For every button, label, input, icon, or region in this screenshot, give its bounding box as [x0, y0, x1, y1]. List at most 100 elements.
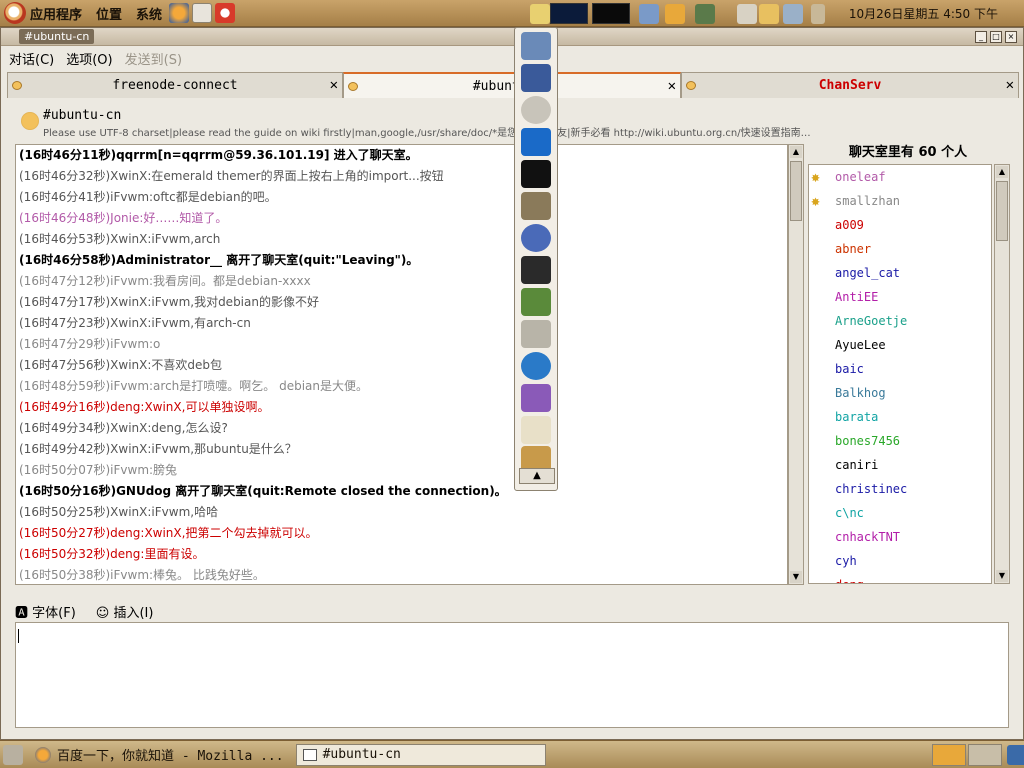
- text-editor-icon[interactable]: [521, 416, 551, 444]
- user-list-item[interactable]: abner: [809, 237, 991, 261]
- chat-message: (16时49分42秒)XwinX:iFvwm,那ubuntu是什么？: [19, 442, 297, 456]
- close-window-button[interactable]: ×: [1005, 30, 1017, 43]
- cd-burner-icon[interactable]: [521, 96, 551, 124]
- user-list-item[interactable]: a009: [809, 213, 991, 237]
- channel-icon: [21, 112, 39, 130]
- display-settings-icon[interactable]: [521, 32, 551, 60]
- tab-label: freenode-connect: [112, 78, 238, 93]
- menu-conversation[interactable]: 对话(C): [9, 49, 54, 68]
- text-caret: [18, 629, 19, 643]
- user-list-item[interactable]: cnhackTNT: [809, 525, 991, 549]
- scroll-up-icon[interactable]: ▲: [790, 146, 802, 158]
- workspace-1[interactable]: [932, 744, 966, 766]
- calculator-icon[interactable]: [521, 320, 551, 348]
- menubar: 对话(C) 选项(O) 发送到(S): [1, 46, 1023, 71]
- user-list-item[interactable]: christinec: [809, 477, 991, 501]
- mail-icon[interactable]: [192, 3, 213, 23]
- menu-applications[interactable]: 应用程序: [26, 4, 86, 23]
- user-list-item[interactable]: caniri: [809, 453, 991, 477]
- user-name: christinec: [835, 482, 908, 496]
- user-list-item[interactable]: ArneGoetje: [809, 309, 991, 333]
- font-button-label: 字体(F): [32, 605, 76, 621]
- user-icon[interactable]: [695, 4, 715, 24]
- settings-wheel-icon[interactable]: [521, 224, 551, 252]
- scroll-down-icon[interactable]: ▼: [790, 571, 802, 583]
- scroll-up-icon[interactable]: ▲: [996, 166, 1008, 178]
- chat-icon[interactable]: [759, 4, 779, 24]
- launcher-drawer: ▲: [514, 27, 558, 491]
- show-desktop-icon[interactable]: [3, 744, 23, 765]
- window-title: #ubuntu-cn: [19, 29, 95, 44]
- user-list[interactable]: ✸ oneleaf ✸ smallzhan a009 abner angel_cat Anti…: [808, 164, 992, 584]
- notes-icon[interactable]: [530, 4, 550, 24]
- chat-message: (16时47分56秒)XwinX:不喜欢deb包: [19, 358, 223, 372]
- chat-message: (16时50分25秒)XwinX:iFvwm,哈哈: [19, 505, 219, 519]
- user-list-item[interactable]: AntiEE: [809, 285, 991, 309]
- user-list-item[interactable]: c\nc: [809, 501, 991, 525]
- user-name: AyueLee: [835, 338, 886, 352]
- network-monitor-icon: [592, 3, 630, 24]
- workspace-2[interactable]: [968, 744, 1002, 766]
- chat-message: (16时46分58秒)Administrator__ 离开了聊天室(quit:"…: [19, 253, 419, 267]
- conversation-log[interactable]: (16时46分11秒)qqrrm[n=qqrrm@59.36.101.19] 进…: [15, 144, 788, 585]
- volume-icon[interactable]: [811, 4, 825, 24]
- dictionary-icon[interactable]: [521, 288, 551, 316]
- user-list-scrollbar[interactable]: ▲ ▼: [994, 164, 1010, 584]
- user-list-item[interactable]: barata: [809, 405, 991, 429]
- media-player-icon[interactable]: [521, 64, 551, 92]
- user-name: a009: [835, 218, 864, 232]
- window-titlebar[interactable]: #ubuntu-cn _ □ ×: [1, 28, 1023, 46]
- user-list-item[interactable]: AyueLee: [809, 333, 991, 357]
- chat-message: (16时50分32秒)deng:里面有设。: [19, 547, 205, 561]
- menu-options[interactable]: 选项(O): [66, 49, 112, 68]
- update-icon[interactable]: [665, 4, 685, 24]
- taskbar-item-firefox[interactable]: 百度一下，你就知道 - Mozilla ...: [29, 744, 290, 766]
- display-icon[interactable]: [783, 4, 803, 24]
- user-list-item[interactable]: ✸ oneleaf: [809, 165, 991, 189]
- tab-chanserv[interactable]: ChanServ ✕: [681, 72, 1019, 98]
- network-icon[interactable]: [639, 4, 659, 24]
- message-input[interactable]: [15, 622, 1009, 728]
- close-tab-icon[interactable]: ✕: [668, 78, 676, 94]
- menu-system[interactable]: 系统: [132, 4, 166, 23]
- inkscape-icon[interactable]: [521, 160, 551, 188]
- user-list-item[interactable]: bones7456: [809, 429, 991, 453]
- chat-message: (16时46分11秒)qqrrm[n=qqrrm@59.36.101.19] 进…: [19, 148, 418, 162]
- scroll-thumb[interactable]: [996, 181, 1008, 241]
- user-name: oneleaf: [835, 170, 886, 184]
- user-list-item[interactable]: deng: [809, 573, 991, 583]
- firefox-icon[interactable]: [169, 3, 190, 23]
- scroll-thumb[interactable]: [790, 161, 802, 221]
- scroll-down-icon[interactable]: ▼: [996, 570, 1008, 582]
- system-monitor-icon[interactable]: [521, 128, 551, 156]
- maximize-button[interactable]: □: [990, 30, 1002, 43]
- taskbar-item-chat[interactable]: #ubuntu-cn: [295, 743, 546, 766]
- trash-icon[interactable]: [1007, 745, 1024, 765]
- fish-icon[interactable]: [521, 352, 551, 380]
- user-list-item[interactable]: baic: [809, 357, 991, 381]
- clock[interactable]: 10月26日星期五 4:50 下午: [849, 5, 998, 22]
- menu-send-to[interactable]: 发送到(S): [125, 49, 182, 68]
- tab-ubuntu-cn[interactable]: #ubuntu-cn ✕: [343, 72, 681, 98]
- minimize-button[interactable]: _: [975, 30, 987, 43]
- user-list-item[interactable]: ✸ smallzhan: [809, 189, 991, 213]
- close-tab-icon[interactable]: ✕: [330, 77, 338, 93]
- user-list-item[interactable]: Balkhog: [809, 381, 991, 405]
- insert-button[interactable]: ☺ 插入(I): [96, 602, 164, 621]
- user-list-item[interactable]: cyh: [809, 549, 991, 573]
- close-tab-icon[interactable]: ✕: [1006, 77, 1014, 93]
- tab-freenode-connect[interactable]: freenode-connect ✕: [7, 72, 343, 98]
- terminal-icon[interactable]: [521, 256, 551, 284]
- menu-places[interactable]: 位置: [92, 4, 126, 23]
- font-button[interactable]: 🅰 字体(F): [15, 602, 86, 621]
- help-icon[interactable]: [215, 3, 236, 23]
- phone-icon[interactable]: [737, 4, 757, 24]
- user-name: bones7456: [835, 434, 901, 448]
- conversation-scrollbar[interactable]: ▲ ▼: [788, 144, 804, 585]
- user-list-item[interactable]: angel_cat: [809, 261, 991, 285]
- pidgin-icon[interactable]: [521, 384, 551, 412]
- collapse-drawer-icon[interactable]: ▲: [519, 468, 555, 484]
- channel-name: #ubuntu-cn: [43, 108, 122, 123]
- user-name: baic: [835, 362, 864, 376]
- gimp-icon[interactable]: [521, 192, 551, 220]
